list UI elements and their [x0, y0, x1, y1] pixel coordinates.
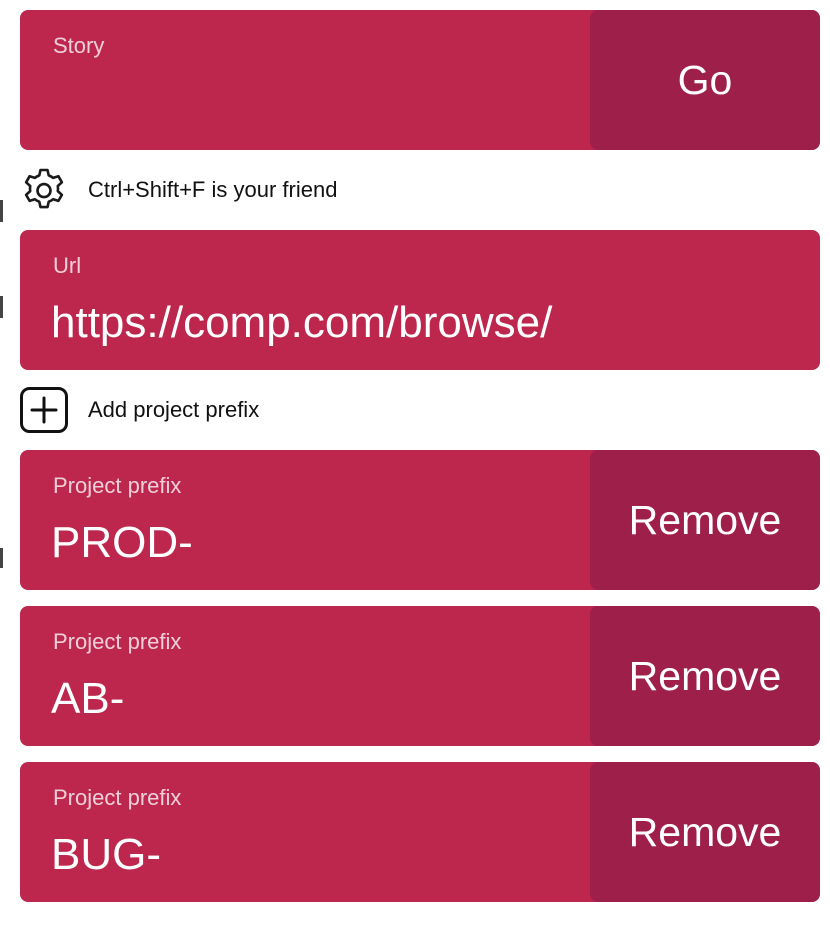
- story-field[interactable]: Story: [20, 10, 590, 150]
- url-label: Url: [53, 253, 82, 278]
- url-card: Url: [20, 230, 820, 370]
- prefix-field[interactable]: Project prefix: [20, 606, 590, 746]
- prefix-input[interactable]: [51, 830, 571, 880]
- go-button[interactable]: Go: [590, 10, 820, 150]
- left-edge-mark: [0, 548, 3, 568]
- prefix-card: Project prefix Remove: [20, 606, 820, 746]
- add-prefix-text: Add project prefix: [88, 397, 260, 422]
- url-input[interactable]: [51, 298, 801, 348]
- extension-popup: Story Go Ctrl+Shift+F is your friend Url: [0, 0, 830, 934]
- story-card: Story Go: [20, 10, 820, 150]
- story-label: Story: [53, 33, 105, 58]
- prefix-input[interactable]: [51, 518, 571, 568]
- remove-button[interactable]: Remove: [590, 762, 820, 902]
- prefix-label: Project prefix: [53, 473, 182, 498]
- remove-button[interactable]: Remove: [590, 606, 820, 746]
- prefix-card: Project prefix Remove: [20, 762, 820, 902]
- prefix-label: Project prefix: [53, 629, 182, 654]
- gear-icon[interactable]: [20, 167, 68, 213]
- settings-row[interactable]: Ctrl+Shift+F is your friend: [20, 167, 337, 213]
- prefix-field[interactable]: Project prefix: [20, 450, 590, 590]
- story-input[interactable]: [51, 78, 571, 128]
- prefix-label: Project prefix: [53, 785, 182, 810]
- prefix-input[interactable]: [51, 674, 571, 724]
- left-edge-mark: [0, 296, 3, 318]
- add-prefix-row[interactable]: Add project prefix: [20, 387, 259, 433]
- plus-square-icon[interactable]: [20, 387, 68, 433]
- remove-button[interactable]: Remove: [590, 450, 820, 590]
- prefix-field[interactable]: Project prefix: [20, 762, 590, 902]
- left-edge-mark: [0, 200, 3, 222]
- prefix-card: Project prefix Remove: [20, 450, 820, 590]
- settings-hint-text: Ctrl+Shift+F is your friend: [88, 177, 338, 202]
- url-field[interactable]: Url: [20, 230, 820, 370]
